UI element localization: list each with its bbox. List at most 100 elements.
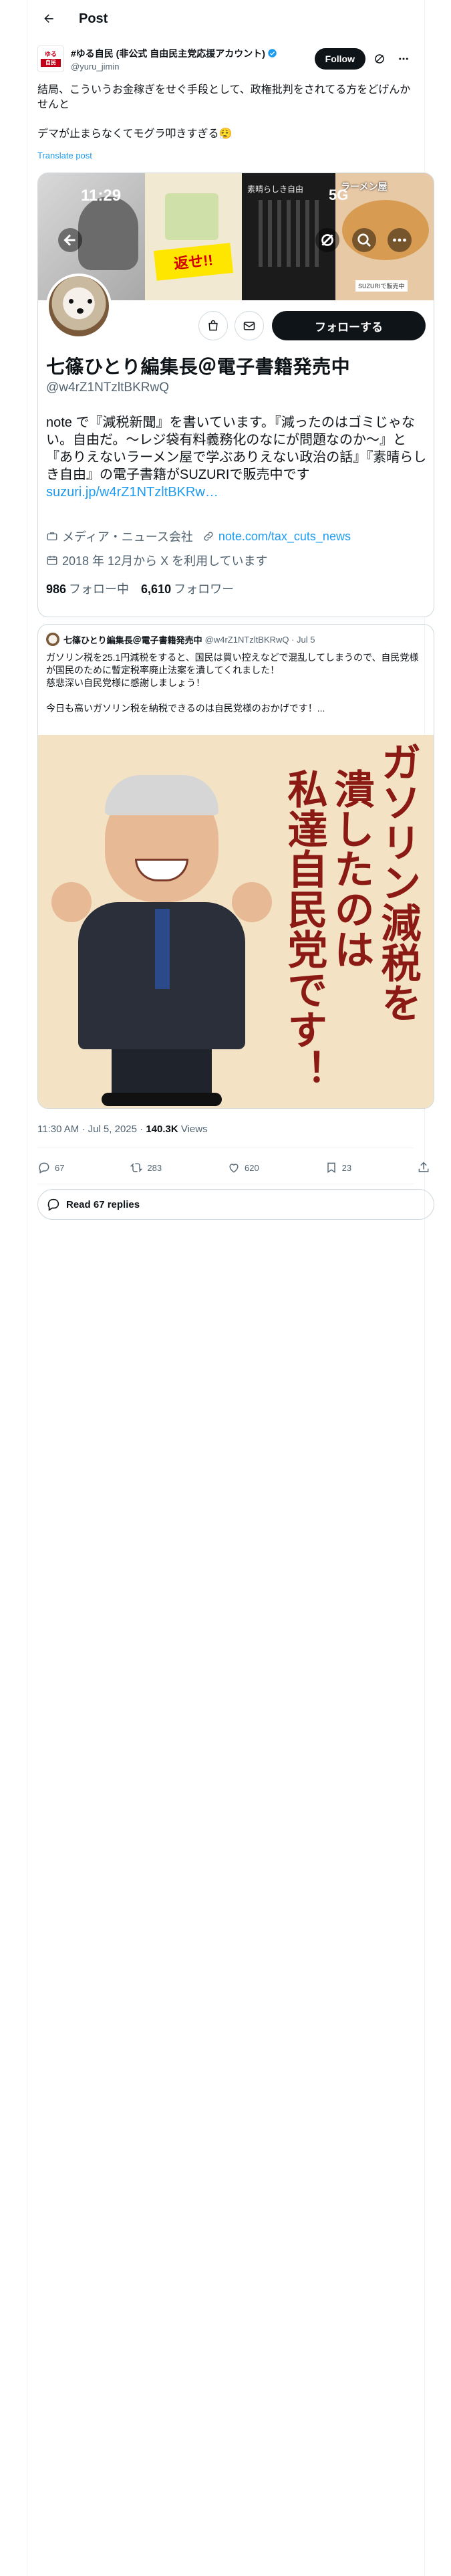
profile-category: メディア・ニュース会社 xyxy=(46,528,193,545)
bookmark-button[interactable]: 23 xyxy=(325,1161,351,1174)
message-button xyxy=(235,311,264,340)
repost-button[interactable]: 283 xyxy=(130,1161,162,1174)
profile-bio-link: suzuri.jp/w4rZ1NTzltBKRw… xyxy=(46,485,218,500)
figure-fist-left xyxy=(51,882,92,922)
post-meta: 11:30 AM · Jul 5, 2025 · 140.3K Views xyxy=(37,1123,208,1135)
banner-image-4: ラーメン屋 SUZURIで販売中 xyxy=(335,173,434,300)
profile-joined: 2018 年 12月から X を利用しています xyxy=(46,552,268,569)
banner-sticker: 返せ!! xyxy=(153,243,234,281)
profile-meta: メディア・ニュース会社 note.com/tax_cuts_news xyxy=(46,528,427,545)
profile-followers: 6,610 フォロワー xyxy=(141,580,234,597)
quoted-author-name: 七篠ひとり編集長＠電子書籍発売中 xyxy=(63,635,202,645)
profile-stats: 986 フォロー中 6,610 フォロワー xyxy=(46,580,246,597)
banner-tag: SUZURIで販売中 xyxy=(355,280,408,292)
banner-search-icon xyxy=(352,228,376,252)
profile-follow-button: フォローする xyxy=(272,311,426,340)
avatar-label-bottom: 自民 xyxy=(41,59,61,67)
banner-bag-shape xyxy=(165,193,218,240)
author-text: #ゆる自民 (非公式 自由民主党応援アカウント) @yuru_jimin xyxy=(71,47,315,72)
author-avatar[interactable]: ゆる 自民 xyxy=(37,45,64,72)
repost-icon xyxy=(130,1163,143,1172)
quoted-post-image[interactable]: ガソリン減税を 潰したのは 私達自民党です！ xyxy=(38,735,434,1108)
replies-bubble-icon xyxy=(47,1198,59,1211)
quoted-author-handle: @w4rZ1NTzltBKRwQ · Jul 5 xyxy=(204,634,315,645)
profile-following: 986 フォロー中 xyxy=(46,580,129,597)
profile-screenshot-card[interactable]: 返せ!! 素晴らしき自由 ラーメン屋 SUZURIで販売中 11:29 5G フ… xyxy=(37,173,434,617)
more-icon xyxy=(399,58,408,60)
following-count: 986 xyxy=(46,582,67,596)
post-timestamp[interactable]: 11:30 AM · Jul 5, 2025 · xyxy=(37,1123,146,1135)
profile-bio-text: note で『減税新聞』を書いています。『減ったのはゴミじゃない。自由だ。〜レジ… xyxy=(46,415,427,482)
figure-tie xyxy=(155,909,170,989)
bookmark-icon xyxy=(327,1162,335,1173)
image-text-column-1: ガソリン減税を xyxy=(375,742,420,1023)
quoted-post-header: 七篠ひとり編集長＠電子書籍発売中 @w4rZ1NTzltBKRwQ · Jul … xyxy=(46,633,315,646)
back-button[interactable] xyxy=(37,7,60,30)
quoted-post[interactable]: 七篠ひとり編集長＠電子書籍発売中 @w4rZ1NTzltBKRwQ · Jul … xyxy=(37,624,434,1109)
figure-fist-right xyxy=(232,882,272,922)
dog-nose xyxy=(77,308,84,314)
more-button[interactable] xyxy=(394,49,414,69)
profile-bio: note で『減税新聞』を書いています。『減ったのはゴミじゃない。自由だ。〜レジ… xyxy=(46,414,427,501)
follow-button[interactable]: Follow xyxy=(314,48,365,70)
figure-legs xyxy=(112,1049,212,1096)
read-replies-label: Read 67 replies xyxy=(66,1198,140,1210)
avatar-label-top: ゆる xyxy=(44,51,57,58)
profile-category-label: メディア・ニュース会社 xyxy=(62,530,193,544)
banner-grok-icon xyxy=(315,228,339,252)
banner-more-icon xyxy=(388,228,412,252)
quoted-author-avatar xyxy=(46,633,59,646)
page-title: Post xyxy=(79,11,108,26)
dog-eye-left xyxy=(69,299,73,304)
share-button[interactable] xyxy=(417,1161,434,1174)
post-text: 結局、こういうお金稼ぎをせぐ手段として、政権批判をされてる方をどげんかせんと デ… xyxy=(37,84,411,140)
author-name[interactable]: #ゆる自民 (非公式 自由民主党応援アカウント) xyxy=(71,47,265,60)
repost-count: 283 xyxy=(147,1162,162,1173)
banner-bars-shape xyxy=(259,200,319,267)
profile-joined-label: 2018 年 12月から X を利用しています xyxy=(62,554,268,568)
back-arrow-icon xyxy=(44,14,53,23)
status-bar-time: 11:29 xyxy=(81,187,122,205)
reply-icon xyxy=(39,1162,49,1174)
views-label: Views xyxy=(178,1123,208,1135)
following-label: フォロー中 xyxy=(69,582,130,596)
dog-eye-right xyxy=(88,299,92,304)
share-icon xyxy=(418,1162,429,1172)
verified-badge-icon xyxy=(268,49,277,58)
profile-handle: @w4rZ1NTzltBKRwQ xyxy=(46,381,169,395)
author-name-row[interactable]: #ゆる自民 (非公式 自由民主党応援アカウント) xyxy=(71,47,315,60)
banner-back-arrow-icon xyxy=(58,228,82,252)
bookmark-count: 23 xyxy=(341,1162,352,1173)
followers-label: フォロワー xyxy=(174,582,235,596)
views-count: 140.3K xyxy=(146,1123,178,1135)
reply-count: 67 xyxy=(55,1162,65,1173)
grok-button[interactable] xyxy=(369,49,390,69)
shop-button xyxy=(198,311,228,340)
profile-website: note.com/tax_cuts_news xyxy=(202,530,351,544)
author-handle[interactable]: @yuru_jimin xyxy=(71,62,315,72)
like-count: 620 xyxy=(244,1162,259,1173)
figure-hair xyxy=(105,775,218,815)
top-bar: Post xyxy=(27,0,424,37)
calendar-icon xyxy=(47,556,57,565)
like-button[interactable]: 620 xyxy=(227,1161,259,1174)
briefcase-icon xyxy=(47,532,57,540)
read-replies-button[interactable]: Read 67 replies xyxy=(37,1189,434,1220)
banner-image-2: 返せ!! xyxy=(145,173,242,300)
translate-post-link[interactable]: Translate post xyxy=(37,150,92,160)
followers-count: 6,610 xyxy=(141,582,172,596)
profile-name: 七篠ひとり編集長＠電子書籍発売中 xyxy=(46,356,351,377)
profile-website-link: note.com/tax_cuts_news xyxy=(218,529,351,543)
link-icon xyxy=(204,532,213,541)
image-text-column-3: 私達自民党です！ xyxy=(282,768,327,1089)
profile-avatar xyxy=(46,274,112,339)
post-actions: 67 283 620 23 xyxy=(37,1156,434,1180)
grok-icon xyxy=(375,54,384,64)
banner-head-shape xyxy=(78,197,138,270)
banner-caption: 素晴らしき自由 xyxy=(247,185,304,194)
reply-button[interactable]: 67 xyxy=(37,1161,64,1174)
mail-icon xyxy=(243,322,255,330)
heart-icon xyxy=(229,1164,239,1173)
quoted-post-text: ガソリン税を25.1円減税をすると、国民は買い控えなどで混乱してしまうので、自民… xyxy=(46,652,419,714)
post-author: ゆる 自民 #ゆる自民 (非公式 自由民主党応援アカウント) @yuru_jim… xyxy=(37,43,414,75)
